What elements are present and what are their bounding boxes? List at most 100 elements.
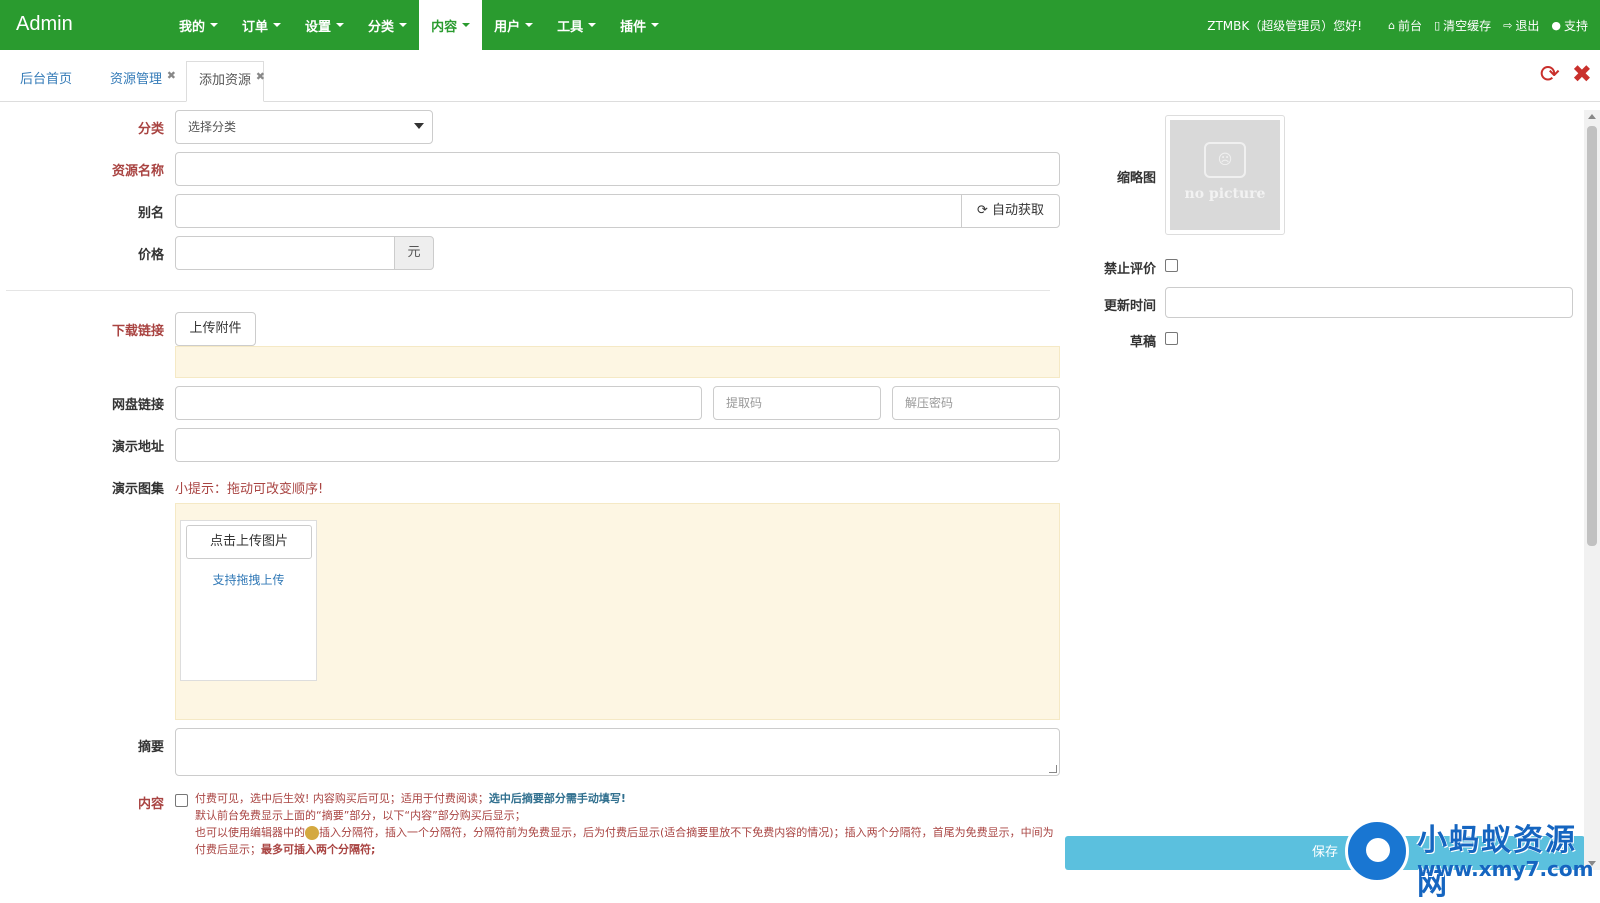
content-notes: 付费可见，选中后生效! 内容购买后可见；适用于付费阅读；选中后摘要部分需手动填写… [195, 790, 1055, 858]
page-tabs: 后台首页 资源管理 ✖ 添加资源 ✖ ⟳ ✖ [0, 50, 1600, 102]
logout-link[interactable]: ⇨ 退出 [1503, 17, 1539, 34]
nav-item-label: 内容 [431, 19, 458, 35]
no-comment-label: 禁止评价 [1103, 262, 1156, 277]
nav-item-categories[interactable]: 分类 [356, 0, 419, 50]
nav-item-settings[interactable]: 设置 [293, 0, 356, 50]
scroll-up-icon[interactable] [1588, 114, 1596, 119]
alias-input[interactable] [175, 194, 962, 228]
upload-attachment-button[interactable]: 上传附件 [175, 312, 256, 346]
extract-code-input[interactable]: 提取码 [713, 386, 881, 420]
category-select-value: 选择分类 [188, 120, 237, 134]
support-link[interactable]: ● 支持 [1551, 17, 1588, 34]
nav-item-label: 插件 [620, 19, 647, 35]
download-link-area[interactable] [175, 346, 1060, 378]
note-line-1: 付费可见，选中后生效! 内容购买后可见；适用于付费阅读； [195, 792, 489, 805]
user-greeting: ZTMBK（超级管理员）您好! [1207, 18, 1363, 33]
note-line-1-bold: 选中后摘要部分需手动填写! [488, 792, 626, 805]
unzip-password-placeholder: 解压密码 [905, 396, 954, 410]
support-label: 支持 [1563, 18, 1588, 33]
nav-item-plugins[interactable]: 插件 [608, 0, 671, 50]
unzip-password-input[interactable]: 解压密码 [892, 386, 1060, 420]
gallery-label: 演示图集 [111, 482, 164, 497]
tab-add-resource[interactable]: 添加资源 ✖ [186, 58, 265, 102]
price-unit: 元 [394, 236, 434, 270]
watermark-url: www.xmy7.com [1417, 857, 1594, 881]
clear-cache-label: 清空缓存 [1443, 18, 1492, 33]
scrollbar-thumb[interactable] [1587, 126, 1597, 546]
resize-handle-icon[interactable] [1049, 765, 1057, 773]
resource-name-input[interactable] [175, 152, 1060, 186]
summary-label: 摘要 [137, 740, 164, 755]
nav-item-label: 订单 [242, 19, 269, 35]
frontend-link[interactable]: ⌂ 前台 [1388, 17, 1422, 34]
trash-icon: ▯ [1434, 18, 1441, 32]
summary-textarea[interactable] [175, 728, 1060, 776]
page-scrollbar[interactable] [1584, 110, 1600, 870]
nav-item-label: 工具 [557, 19, 584, 35]
caret-down-icon [651, 23, 660, 27]
close-all-icon[interactable]: ✖ [1572, 60, 1592, 88]
price-label: 价格 [137, 248, 164, 263]
no-picture-placeholder: ☹ no picture [1170, 120, 1280, 230]
logout-label: 退出 [1515, 18, 1540, 33]
category-select[interactable]: 选择分类 [175, 110, 433, 144]
note-line-3-bold: 最多可插入两个分隔符; [261, 843, 376, 856]
sad-face-icon: ☹ [1204, 142, 1246, 178]
category-label: 分类 [137, 122, 164, 137]
update-time-label: 更新时间 [1103, 299, 1156, 314]
caret-down-icon [588, 23, 597, 27]
insert-separator-icon [305, 826, 319, 840]
netdisk-link-input[interactable] [175, 386, 702, 420]
thumbnail-preview[interactable]: ☹ no picture [1165, 115, 1285, 235]
nav-item-label: 我的 [179, 19, 206, 35]
caret-down-icon [210, 23, 219, 27]
tab-label: 后台首页 [20, 72, 73, 87]
site-watermark: 小蚂蚁资源网 www.xmy7.com [1345, 815, 1595, 902]
caret-down-icon [462, 23, 471, 27]
alias-label: 别名 [137, 206, 164, 221]
auto-fetch-button[interactable]: ⟳ 自动获取 [961, 194, 1060, 228]
divider [6, 290, 1050, 291]
resource-name-label: 资源名称 [111, 164, 164, 179]
nav-item-mine[interactable]: 我的 [167, 0, 230, 50]
nav-item-tools[interactable]: 工具 [545, 0, 608, 50]
draft-checkbox[interactable] [1165, 332, 1178, 345]
logout-icon: ⇨ [1503, 18, 1513, 32]
update-time-input[interactable] [1165, 287, 1573, 318]
clear-cache-link[interactable]: ▯ 清空缓存 [1434, 17, 1491, 34]
no-comment-checkbox[interactable] [1165, 259, 1178, 272]
extract-code-placeholder: 提取码 [726, 396, 763, 410]
caret-down-icon [525, 23, 534, 27]
user-icon: ● [1551, 18, 1561, 32]
nav-item-users[interactable]: 用户 [482, 0, 545, 50]
home-icon: ⌂ [1388, 18, 1396, 32]
chevron-down-icon [414, 123, 424, 129]
top-navbar: Admin 我的 订单 设置 分类 内容 用户 工具 插件 ZTMBK（超级管理… [0, 0, 1600, 50]
caret-down-icon [399, 23, 408, 27]
paid-content-checkbox[interactable] [175, 794, 188, 807]
close-icon[interactable]: ✖ [167, 57, 176, 95]
upload-image-button[interactable]: 点击上传图片 [186, 525, 312, 559]
ant-logo-icon [1345, 819, 1409, 883]
user-bar: ZTMBK（超级管理员）您好! ⌂ 前台 ▯ 清空缓存 ⇨ 退出 ● 支持 [1207, 0, 1588, 50]
price-input[interactable] [175, 236, 395, 270]
gallery-tip: 小提示：拖动可改变顺序! [175, 482, 324, 497]
tab-home[interactable]: 后台首页 [8, 61, 84, 102]
nav-item-label: 用户 [494, 19, 521, 35]
tab-resource-manage[interactable]: 资源管理 ✖ [98, 61, 176, 102]
auto-fetch-label: 自动获取 [992, 203, 1045, 218]
nav-item-orders[interactable]: 订单 [230, 0, 293, 50]
nav-item-content[interactable]: 内容 [419, 0, 483, 50]
main-nav: 我的 订单 设置 分类 内容 用户 工具 插件 [167, 0, 671, 50]
caret-down-icon [336, 23, 345, 27]
refresh-icon[interactable]: ⟳ [1540, 60, 1560, 88]
gallery-upload-card[interactable]: 点击上传图片 支持拖拽上传 [180, 520, 317, 681]
refresh-icon: ⟳ [976, 203, 988, 218]
note-line-2: 默认前台免费显示上面的“摘要”部分，以下“内容”部分购买后显示； [195, 809, 526, 822]
thumbnail-label: 缩略图 [1116, 171, 1156, 186]
demo-url-input[interactable] [175, 428, 1060, 462]
demo-url-label: 演示地址 [111, 440, 164, 455]
content-label: 内容 [137, 797, 164, 812]
close-icon[interactable]: ✖ [256, 58, 265, 96]
brand-logo[interactable]: Admin [16, 13, 73, 36]
